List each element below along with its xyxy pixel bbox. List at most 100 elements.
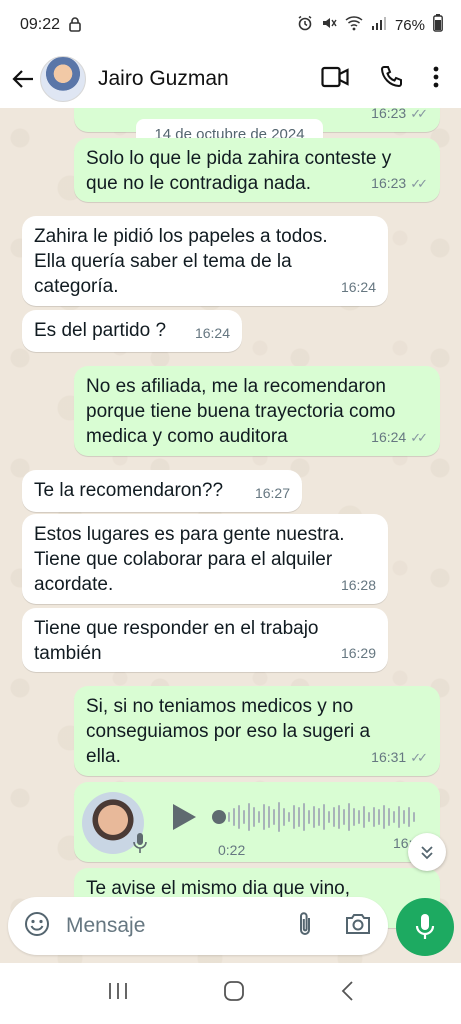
- message-time: 16:23: [371, 108, 407, 121]
- waveform-bar: [303, 803, 305, 831]
- phone-icon[interactable]: [379, 65, 403, 94]
- waveform-bar: [308, 810, 310, 824]
- mic-icon: [415, 914, 435, 939]
- message-outgoing[interactable]: Solo lo que le pida zahira conteste y qu…: [74, 138, 440, 202]
- video-call-icon[interactable]: [321, 66, 349, 93]
- recent-apps-icon[interactable]: [107, 981, 129, 1006]
- waveform-bar: [258, 811, 260, 823]
- status-bar: 09:22 76%: [0, 0, 461, 50]
- message-time: 16:24: [340, 279, 376, 295]
- alarm-icon: [297, 15, 313, 35]
- waveform-bar: [413, 812, 415, 822]
- message-time: 16:24: [194, 325, 230, 341]
- waveform-bar: [408, 807, 410, 827]
- waveform-bar: [318, 808, 320, 826]
- back-icon[interactable]: [340, 980, 354, 1007]
- waveform-bar: [278, 802, 280, 832]
- message-text: necesario: [86, 108, 168, 113]
- read-ticks-icon: ✓✓: [410, 176, 428, 191]
- system-nav-bar: [0, 963, 461, 1024]
- play-icon[interactable]: [170, 802, 198, 832]
- message-meta: 16:28: [341, 573, 376, 598]
- waveform-bar: [238, 805, 240, 829]
- voice-duration: 0:22: [218, 842, 246, 858]
- waveform-bar: [373, 807, 375, 827]
- contact-name[interactable]: Jairo Guzman: [98, 67, 229, 91]
- waveform-bar: [393, 811, 395, 823]
- message-meta: 16:29: [341, 641, 376, 666]
- message-meta: 16:27: [255, 481, 290, 506]
- emoji-icon[interactable]: [24, 911, 50, 942]
- waveform-bar: [388, 808, 390, 826]
- attach-icon[interactable]: [296, 910, 314, 943]
- status-icons: 76%: [297, 14, 443, 36]
- waveform-bar: [343, 809, 345, 825]
- waveform-bar: [268, 806, 270, 828]
- message-text: Zahira le pidió los papeles a todos. Ell…: [34, 226, 328, 297]
- waveform-bar: [383, 805, 385, 829]
- message-meta: 16:24: [195, 321, 230, 346]
- message-meta: 16:23 ✓✓: [371, 108, 428, 126]
- message-time: 16:23: [371, 175, 407, 191]
- message-time: 16:29: [340, 645, 376, 661]
- waveform-bar: [243, 810, 245, 824]
- waveform-bar: [273, 809, 275, 825]
- voice-record-button[interactable]: [396, 898, 454, 956]
- mute-icon: [321, 15, 337, 35]
- waveform-bar: [293, 805, 295, 829]
- waveform-bar: [248, 803, 250, 831]
- message-composer[interactable]: Mensaje: [8, 897, 388, 955]
- double-chevron-down-icon: [421, 846, 433, 860]
- lock-icon: [68, 16, 82, 35]
- signal-icon: [371, 15, 387, 35]
- playback-scrubber[interactable]: [212, 810, 226, 824]
- camera-icon[interactable]: [344, 912, 372, 941]
- waveform-bar: [403, 810, 405, 824]
- message-outgoing[interactable]: Si, si no teniamos medicos y no consegui…: [74, 686, 440, 776]
- waveform-bar: [298, 807, 300, 827]
- waveform-bar: [233, 808, 235, 826]
- battery-icon: [433, 14, 443, 36]
- message-incoming[interactable]: Tiene que responder en el trabajo tambié…: [22, 608, 388, 672]
- more-options-icon[interactable]: [433, 66, 439, 93]
- message-time: 16:27: [254, 485, 290, 501]
- message-time: 16:24: [371, 429, 407, 445]
- scroll-to-bottom-button[interactable]: [408, 833, 446, 871]
- message-meta: 16:31 ✓✓: [371, 745, 428, 770]
- message-time: 16:28: [340, 577, 376, 593]
- message-input[interactable]: Mensaje: [66, 914, 145, 938]
- chat-area[interactable]: necesario 16:23 ✓✓ 14 de octubre de 2024…: [0, 108, 461, 963]
- waveform-bar: [313, 806, 315, 828]
- message-meta: 16:23 ✓✓: [371, 171, 428, 196]
- back-arrow-icon[interactable]: [10, 66, 36, 92]
- waveform-bar: [363, 806, 365, 828]
- waveform-bar: [353, 808, 355, 826]
- message-meta: 16:24 ✓✓: [371, 425, 428, 450]
- waveform-bar: [348, 803, 350, 831]
- message-outgoing[interactable]: No es afiliada, me la recomendaron porqu…: [74, 366, 440, 456]
- waveform-bar: [228, 812, 230, 822]
- waveform-bar: [378, 809, 380, 825]
- read-ticks-icon: ✓✓: [410, 430, 428, 445]
- message-text: Tiene que responder en el trabajo tambié…: [34, 618, 319, 664]
- message-text: Te la recomendaron??: [34, 480, 224, 501]
- waveform-bar: [288, 812, 290, 822]
- message-incoming[interactable]: Estos lugares es para gente nuestra. Tie…: [22, 514, 388, 604]
- waveform-bar: [328, 811, 330, 823]
- message-incoming[interactable]: Te la recomendaron?? 16:27: [22, 470, 302, 512]
- waveform-bar: [323, 804, 325, 830]
- chat-header: Jairo Guzman: [0, 50, 461, 108]
- read-ticks-icon: ✓✓: [410, 750, 428, 765]
- audio-waveform[interactable]: [228, 800, 418, 834]
- message-incoming[interactable]: Es del partido ? 16:24: [22, 310, 242, 352]
- home-icon[interactable]: [222, 979, 246, 1008]
- read-ticks-icon: ✓✓: [410, 108, 428, 121]
- wifi-icon: [345, 15, 363, 35]
- voice-message[interactable]: 0:22 16:33: [74, 782, 440, 862]
- waveform-bar: [333, 807, 335, 827]
- status-time: 09:22: [20, 16, 61, 33]
- message-incoming[interactable]: Zahira le pidió los papeles a todos. Ell…: [22, 216, 388, 306]
- message-text: Estos lugares es para gente nuestra. Tie…: [34, 524, 345, 595]
- waveform-bar: [263, 804, 265, 830]
- contact-avatar[interactable]: [40, 56, 86, 102]
